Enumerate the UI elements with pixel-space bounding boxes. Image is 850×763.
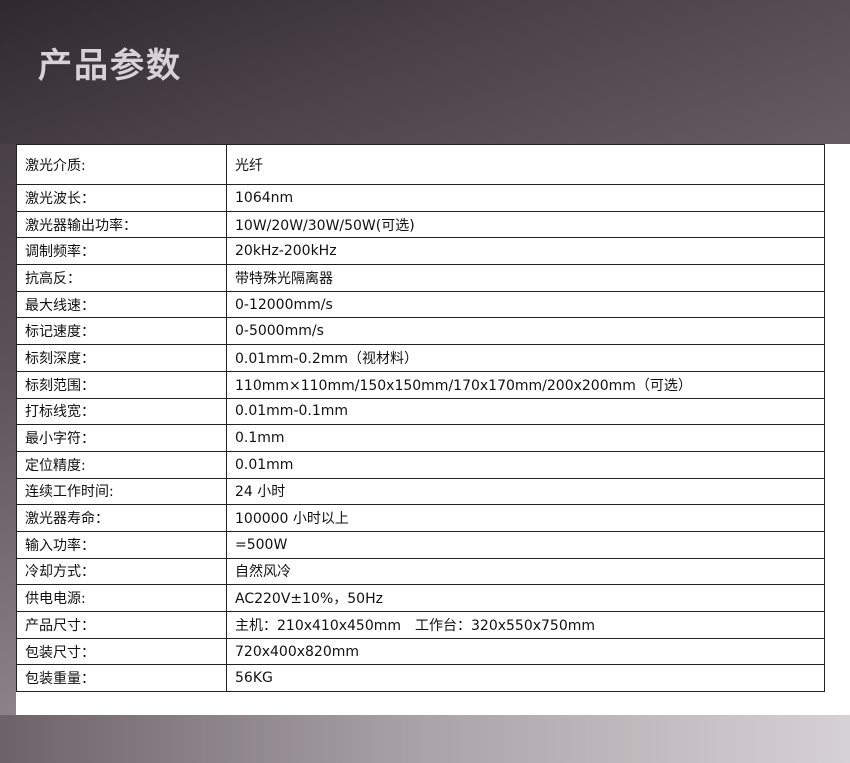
spec-value: 0-12000mm/s bbox=[226, 290, 825, 319]
spec-label: 连续工作时间: bbox=[16, 477, 227, 506]
table-row: 激光波长： 1064nm bbox=[16, 184, 825, 212]
spec-label: 产品尺寸： bbox=[16, 611, 227, 639]
spec-label: 冷却方式： bbox=[16, 557, 227, 586]
spec-label: 激光波长： bbox=[16, 184, 227, 212]
spec-value: 带特殊光隔离器 bbox=[226, 264, 825, 292]
spec-value: 56KG bbox=[226, 664, 825, 693]
table-row: 最大线速： 0-12000mm/s bbox=[16, 290, 825, 319]
table-row: 输入功率： =500W bbox=[16, 530, 825, 559]
table-row: 产品尺寸： 主机：210x410x450mm 工作台：320x550x750mm bbox=[16, 611, 825, 639]
spec-label: 激光器寿命： bbox=[16, 504, 227, 532]
spec-label: 激光介质: bbox=[16, 144, 227, 185]
header-banner: 产品参数 bbox=[0, 0, 850, 144]
spec-value: 0.01mm-0.2mm（视材料） bbox=[226, 344, 825, 372]
table-row: 激光介质: 光纤 bbox=[16, 144, 825, 185]
table-row: 标刻深度： 0.01mm-0.2mm（视材料） bbox=[16, 344, 825, 372]
spec-value: 自然风冷 bbox=[226, 557, 825, 586]
spec-value: 主机：210x410x450mm 工作台：320x550x750mm bbox=[226, 611, 825, 639]
spec-label: 调制频率： bbox=[16, 237, 227, 266]
spec-label: 输入功率： bbox=[16, 530, 227, 559]
page-title: 产品参数 bbox=[38, 46, 182, 86]
spec-label: 包装重量： bbox=[16, 664, 227, 693]
table-row: 激光器输出功率： 10W/20W/30W/50W(可选) bbox=[16, 210, 825, 239]
spec-value: 24 小时 bbox=[226, 477, 825, 506]
spec-value: 0.1mm bbox=[226, 424, 825, 452]
table-row: 抗高反： 带特殊光隔离器 bbox=[16, 264, 825, 292]
spec-label: 定位精度: bbox=[16, 450, 227, 479]
spec-label: 包装尺寸： bbox=[16, 637, 227, 666]
spec-value: 10W/20W/30W/50W(可选) bbox=[226, 210, 825, 239]
table-row: 标记速度： 0-5000mm/s bbox=[16, 317, 825, 346]
spec-value: 100000 小时以上 bbox=[226, 504, 825, 532]
table-row: 标刻范围： 110mm×110mm/150x150mm/170x170mm/20… bbox=[16, 370, 825, 399]
bottom-gradient-band bbox=[0, 715, 850, 763]
spec-label: 打标线宽： bbox=[16, 397, 227, 426]
table-row: 包装尺寸： 720x400x820mm bbox=[16, 637, 825, 666]
table-row: 打标线宽： 0.01mm-0.1mm bbox=[16, 397, 825, 426]
spec-value: 光纤 bbox=[226, 144, 825, 185]
spec-value: 110mm×110mm/150x150mm/170x170mm/200x200m… bbox=[226, 370, 825, 399]
spec-label: 抗高反： bbox=[16, 264, 227, 292]
spec-table: 激光介质: 光纤 激光波长： 1064nm 激光器输出功率： 10W/20W/3… bbox=[16, 144, 825, 693]
spec-value: 20kHz-200kHz bbox=[226, 237, 825, 266]
spec-value: 0.01mm-0.1mm bbox=[226, 397, 825, 426]
spec-label: 最大线速： bbox=[16, 290, 227, 319]
spec-label: 标刻范围： bbox=[16, 370, 227, 399]
table-row: 连续工作时间: 24 小时 bbox=[16, 477, 825, 506]
spec-label: 最小字符： bbox=[16, 424, 227, 452]
spec-value: 1064nm bbox=[226, 184, 825, 212]
spec-value: =500W bbox=[226, 530, 825, 559]
table-row: 最小字符： 0.1mm bbox=[16, 424, 825, 452]
table-row: 供电电源: AC220V±10%，50Hz bbox=[16, 584, 825, 612]
spec-value: 0.01mm bbox=[226, 450, 825, 479]
spec-label: 激光器输出功率： bbox=[16, 210, 227, 239]
spec-value: 0-5000mm/s bbox=[226, 317, 825, 346]
table-row: 激光器寿命： 100000 小时以上 bbox=[16, 504, 825, 532]
table-row: 调制频率： 20kHz-200kHz bbox=[16, 237, 825, 266]
spec-panel: 激光介质: 光纤 激光波长： 1064nm 激光器输出功率： 10W/20W/3… bbox=[16, 144, 850, 715]
spec-label: 供电电源: bbox=[16, 584, 227, 612]
spec-label: 标记速度： bbox=[16, 317, 227, 346]
table-row: 定位精度: 0.01mm bbox=[16, 450, 825, 479]
spec-label: 标刻深度： bbox=[16, 344, 227, 372]
table-row: 冷却方式： 自然风冷 bbox=[16, 557, 825, 586]
spec-value: AC220V±10%，50Hz bbox=[226, 584, 825, 612]
table-row: 包装重量： 56KG bbox=[16, 664, 825, 693]
spec-value: 720x400x820mm bbox=[226, 637, 825, 666]
